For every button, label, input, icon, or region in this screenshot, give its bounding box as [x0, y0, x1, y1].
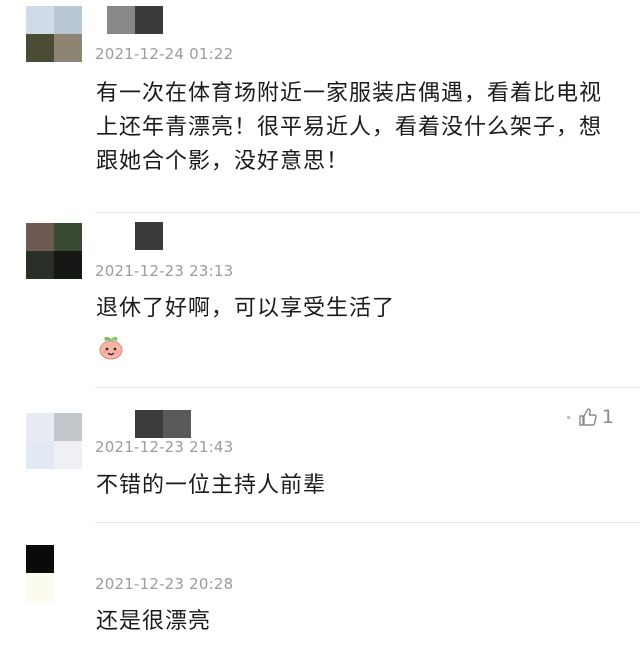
avatar[interactable]: [26, 413, 82, 469]
avatar[interactable]: [26, 545, 82, 601]
like-button[interactable]: 1: [566, 406, 614, 428]
comment-timestamp: 2021-12-23 21:43: [95, 438, 234, 456]
avatar[interactable]: [26, 223, 82, 279]
comment-text: 还是很漂亮: [96, 609, 212, 634]
comment-timestamp: 2021-12-23 20:28: [95, 575, 234, 593]
comment-text: 退休了好啊，可以享受生活了: [96, 296, 396, 321]
comment-timestamp: 2021-12-24 01:22: [95, 45, 234, 63]
smiling-sprout-emoji: [99, 336, 123, 360]
comment-timestamp: 2021-12-23 23:13: [95, 262, 234, 280]
comment-item: 2021-12-24 01:22 有一次在体育场附近一家服装店偶遇，看着比电视上…: [0, 0, 640, 212]
username-mosaic[interactable]: [135, 222, 163, 250]
comment-text: 有一次在体育场附近一家服装店偶遇，看着比电视上还年青漂亮！很平易近人，看着没什么…: [96, 81, 603, 174]
avatar[interactable]: [26, 6, 82, 62]
comment-item: 2021-12-23 21:43 不错的一位主持人前辈 1: [0, 388, 640, 522]
comment-item: 2021-12-23 20:28 还是很漂亮: [0, 523, 640, 657]
like-count: 1: [601, 406, 614, 428]
comment-text: 不错的一位主持人前辈: [96, 473, 327, 498]
separator-dot: [566, 415, 570, 419]
username-mosaic[interactable]: [135, 410, 191, 438]
thumbs-up-icon: [579, 408, 597, 426]
username-mosaic[interactable]: [107, 6, 163, 34]
comment-item: 2021-12-23 23:13 退休了好啊，可以享受生活了: [0, 213, 640, 387]
